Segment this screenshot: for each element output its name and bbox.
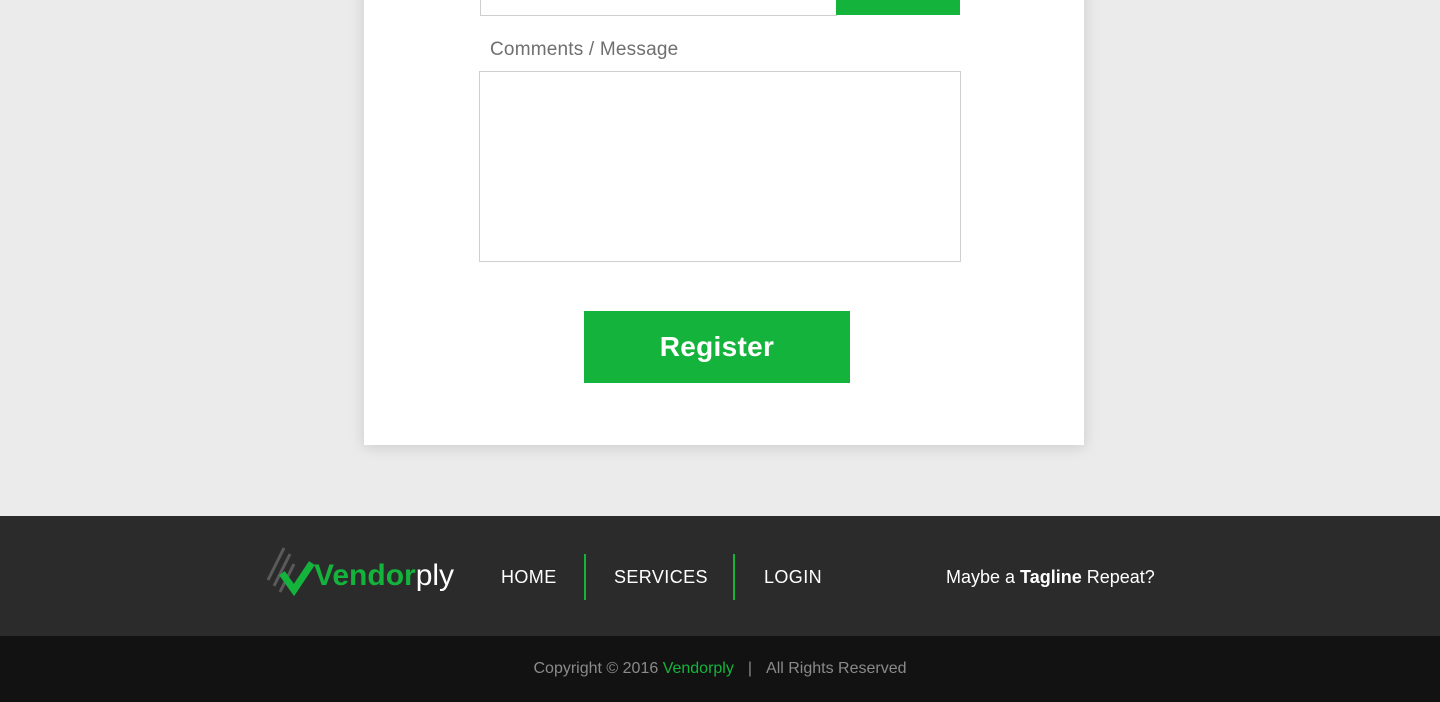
logo-text-light: ply [415, 559, 455, 592]
register-button[interactable]: Register [584, 311, 850, 383]
copyright-separator: | [747, 660, 753, 677]
tagline-suffix: Repeat? [1081, 567, 1155, 587]
copyright-line: Copyright © 2016 Vendorply | All Rights Re… [0, 658, 1440, 680]
tagline-bold: Tagline [1020, 567, 1082, 587]
footer-logo-text[interactable]: Vendorply [314, 558, 454, 594]
footer-nav-services[interactable]: SERVICES [614, 565, 708, 589]
copyright-brand-link[interactable]: Vendorply [663, 660, 734, 677]
tagline-prefix: Maybe a [946, 567, 1021, 587]
footer-tagline: Maybe a Tagline Repeat? [946, 565, 1155, 589]
previous-field-button[interactable] [836, 0, 960, 15]
footer-main [0, 516, 1440, 636]
nav-divider [584, 554, 586, 600]
comments-label: Comments / Message [490, 39, 679, 60]
nav-divider [733, 554, 735, 600]
copyright-prefix: Copyright © 2016 [533, 660, 663, 677]
footer-nav-login[interactable]: LOGIN [764, 565, 822, 589]
comments-textarea[interactable] [479, 71, 961, 262]
previous-input-field[interactable] [480, 0, 837, 16]
logo-text-bold: Vendor [314, 559, 416, 592]
footer-nav-home[interactable]: HOME [501, 565, 557, 589]
copyright-rights: All Rights Reserved [766, 660, 907, 677]
